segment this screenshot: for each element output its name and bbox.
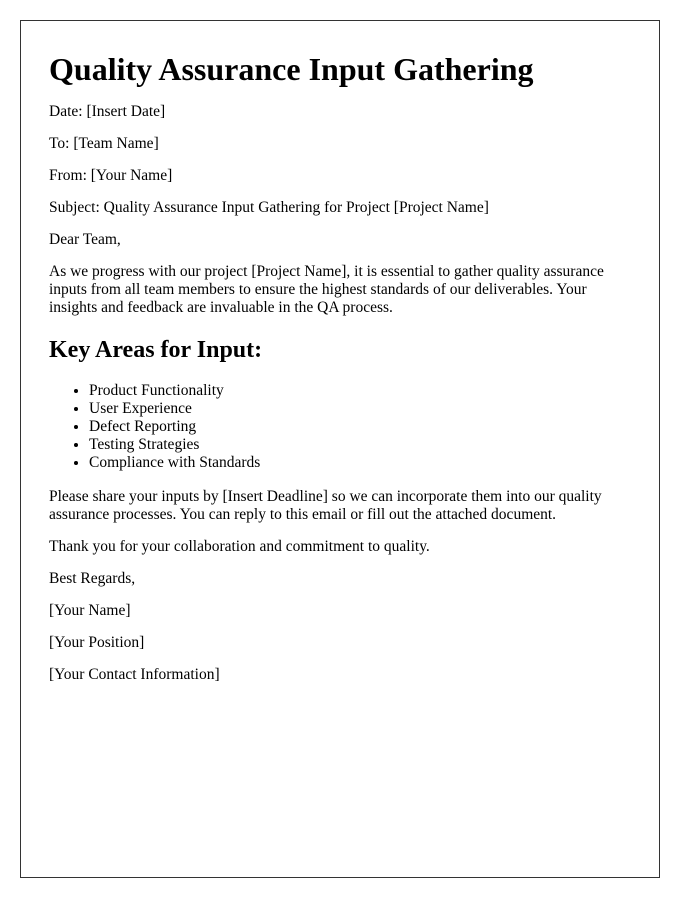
document-title: Quality Assurance Input Gathering bbox=[49, 51, 534, 87]
list-item: User Experience bbox=[89, 400, 631, 418]
list-item: Testing Strategies bbox=[89, 436, 631, 454]
section-heading: Key Areas for Input: bbox=[49, 337, 263, 363]
key-areas-list: Product Functionality User Experience De… bbox=[49, 382, 631, 472]
thanks-paragraph: Thank you for your collaboration and com… bbox=[49, 538, 430, 555]
signature-name: [Your Name] bbox=[49, 602, 131, 619]
salutation: Dear Team, bbox=[49, 231, 121, 248]
list-item: Product Functionality bbox=[89, 382, 631, 400]
date-field: Date: [Insert Date] bbox=[49, 103, 166, 120]
list-item: Defect Reporting bbox=[89, 418, 631, 436]
letter-container: Quality Assurance Input Gathering Date: … bbox=[20, 20, 660, 878]
intro-paragraph: As we progress with our project [Project… bbox=[49, 263, 604, 316]
to-field: To: [Team Name] bbox=[49, 135, 159, 152]
request-paragraph: Please share your inputs by [Insert Dead… bbox=[49, 488, 602, 523]
subject-field: Subject: Quality Assurance Input Gatheri… bbox=[49, 199, 489, 216]
signature-position: [Your Position] bbox=[49, 634, 145, 651]
from-field: From: [Your Name] bbox=[49, 167, 173, 184]
list-item: Compliance with Standards bbox=[89, 454, 631, 472]
signature-contact: [Your Contact Information] bbox=[49, 666, 220, 683]
closing: Best Regards, bbox=[49, 570, 136, 587]
